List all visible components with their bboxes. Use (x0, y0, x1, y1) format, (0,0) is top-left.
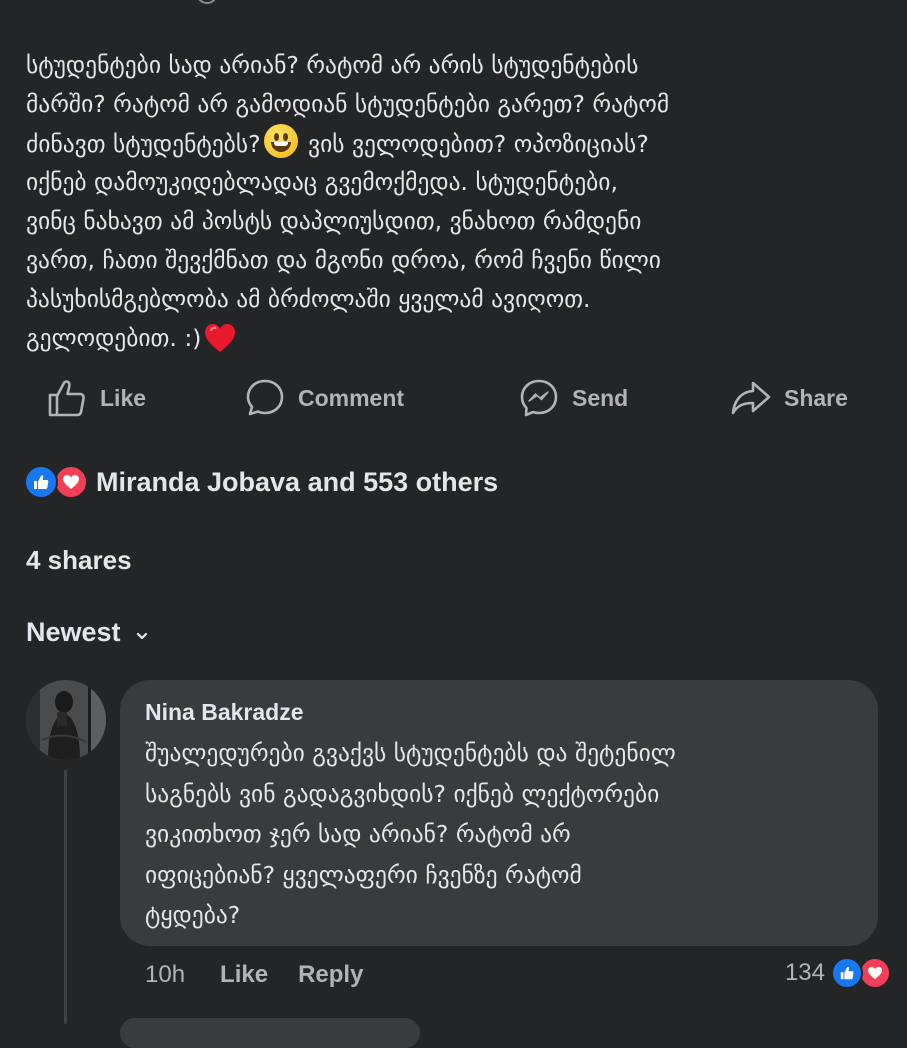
post-text-line: ვინც ნახავთ ამ პოსტს დაპლიუსდით, ვნახოთ … (26, 207, 642, 236)
love-reaction-icon (54, 465, 88, 499)
share-button[interactable]: Share (730, 372, 848, 424)
messenger-icon (518, 377, 560, 419)
comment-timestamp[interactable]: 10h (145, 961, 185, 989)
comment-like-button[interactable]: Like (220, 961, 268, 989)
chevron-down-icon (135, 617, 149, 648)
post-text-segment: ძინავთ სტუდენტებს? (26, 129, 261, 158)
comment-text-line: ვიკითხოთ ჯერ სად არიან? რატომ არ (145, 820, 571, 848)
red-heart-emoji-icon (203, 322, 237, 366)
comment-reply-button[interactable]: Reply (298, 961, 363, 989)
post-text-line: იქნებ დამოუკიდებლადაც გვემოქმედა. სტუდენ… (26, 168, 618, 197)
comment-reaction-count: 134 (784, 959, 825, 986)
like-reaction-icon (24, 465, 58, 499)
post-text-line: ძინავთ სტუდენტებს? ვის ველოდებით? ოპოზიც… (26, 123, 886, 164)
send-button-label: Send (572, 384, 629, 411)
like-button[interactable]: Like (46, 372, 146, 424)
post-text-line: ვართ, ჩათი შევქმნათ და მგონი დროა, რომ ჩ… (26, 245, 661, 274)
comment-thread-line (64, 770, 67, 1024)
post-text-line: სტუდენტები სად არიან? რატომ არ არის სტუდ… (26, 51, 639, 79)
top-partial-icon (196, 0, 218, 4)
love-reaction-icon (859, 957, 891, 989)
comment-author[interactable]: Nina Bakradze (145, 696, 854, 728)
comment-text-line: შუალედურები გვაქვს სტუდენტებს და შეტენილ (145, 739, 676, 767)
comment-meta: 10h Like Reply (145, 955, 393, 995)
like-button-label: Like (100, 384, 147, 411)
reactions-summary[interactable]: Miranda Jobava and 553 others (24, 460, 498, 504)
post-text-line: გელოდებით. :) (26, 319, 886, 366)
comment-reactions[interactable]: 134 (785, 953, 891, 993)
post-text-segment: ვის ველოდებით? ოპოზიციას? (300, 129, 649, 158)
reactions-summary-text: Miranda Jobava and 553 others (96, 466, 499, 497)
post-text-segment: გელოდებით. :) (26, 323, 202, 352)
comment-text: შუალედურები გვაქვს სტუდენტებს და შეტენილ… (145, 733, 845, 936)
comment-text-line: იფიცებიან? ყველაფერი ჩვენზე რატომ (145, 860, 582, 889)
next-comment-partial (120, 1018, 420, 1048)
comment-sort-dropdown[interactable]: Newest (26, 617, 149, 648)
sort-label: Newest (26, 617, 121, 647)
comment-bubble[interactable]: Nina Bakradze შუალედურები გვაქვს სტუდენტ… (120, 680, 878, 946)
shares-count[interactable]: 4 shares (26, 545, 132, 576)
share-button-label: Share (784, 384, 848, 411)
thumbs-up-icon (46, 377, 88, 419)
comment-button[interactable]: Comment (244, 372, 404, 424)
post-text-line: პასუხისმგებლობა ამ ბრძოლაში ყველამ ავიღო… (26, 284, 591, 313)
comment-text-line: ტყდება? (145, 901, 241, 929)
post-text: სტუდენტები სად არიან? რატომ არ არის სტუდ… (26, 46, 886, 365)
like-reaction-icon (831, 957, 863, 989)
comment-text-line: საგნებს ვინ გადაგვიხდის? იქნებ ლექტორები (145, 779, 660, 808)
send-button[interactable]: Send (518, 372, 628, 424)
avatar[interactable] (26, 680, 106, 760)
grinning-face-emoji-icon (263, 123, 298, 158)
post-actions-bar: Like Comment Send Share (0, 372, 907, 424)
post-text-line: მარში? რატომ არ გამოდიან სტუდენტები გარე… (26, 89, 670, 118)
comment-button-label: Comment (298, 384, 405, 411)
share-arrow-icon (730, 377, 772, 419)
comment-bubble-icon (244, 377, 286, 419)
